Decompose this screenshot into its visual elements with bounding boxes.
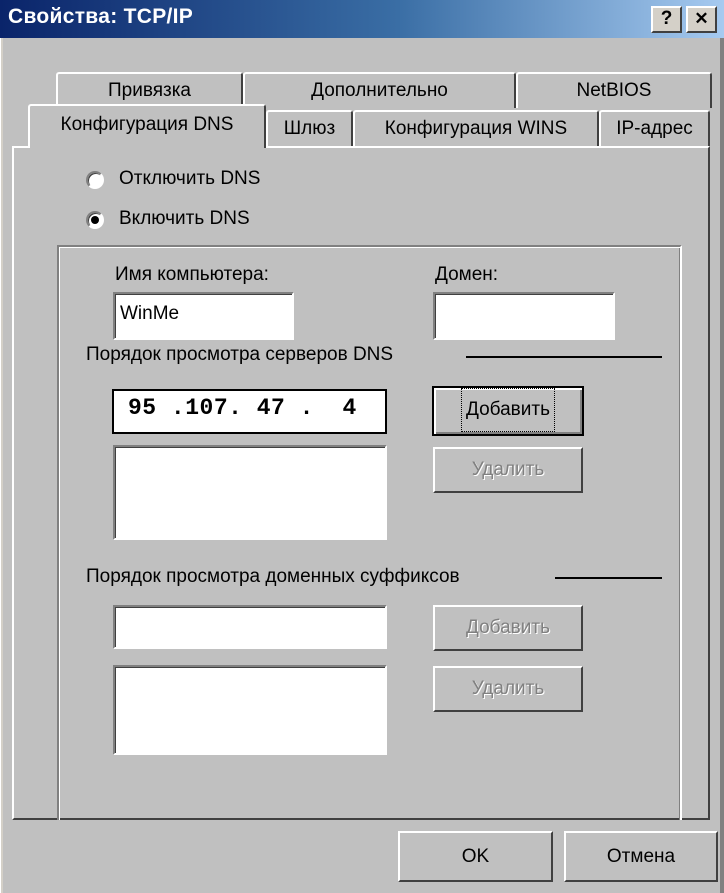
enable-dns-radio[interactable] — [86, 211, 104, 229]
window-frame-right — [720, 38, 724, 893]
disable-dns-radio[interactable] — [86, 171, 104, 189]
tab-label: Конфигурация WINS — [384, 118, 568, 139]
tab-label: Привязка — [107, 80, 191, 101]
add-suffix-button[interactable]: Добавить — [433, 605, 583, 651]
disable-dns-label[interactable]: Отключить DNS — [119, 168, 260, 190]
tab-label: Дополнительно — [311, 80, 448, 101]
tab-label: Шлюз — [283, 118, 336, 139]
tab-label: NetBIOS — [576, 80, 652, 101]
tab-label: IP-адрес — [616, 118, 693, 139]
tab-binding[interactable]: Привязка — [56, 72, 243, 108]
server-order-label: Порядок просмотра серверов DNS — [86, 344, 394, 365]
close-button[interactable]: ✕ — [686, 6, 717, 33]
domain-input[interactable] — [433, 292, 615, 340]
window-title: Свойства: TCP/IP — [8, 5, 194, 28]
host-input[interactable]: WinMe — [113, 292, 294, 340]
domain-label: Домен: — [435, 264, 499, 285]
help-button[interactable]: ? — [651, 6, 682, 33]
ok-button[interactable]: OK — [398, 831, 553, 882]
tab-netbios[interactable]: NetBIOS — [516, 72, 712, 108]
suffix-order-label: Порядок просмотра доменных суффиксов — [86, 566, 460, 587]
tab-label: Конфигурация DNS — [60, 114, 234, 135]
remove-server-button[interactable]: Удалить — [433, 447, 583, 493]
window-frame-left — [0, 38, 3, 893]
enable-dns-label[interactable]: Включить DNS — [119, 208, 250, 230]
add-server-button[interactable]: Добавить — [432, 386, 584, 436]
dns-server-ip-input[interactable]: 95 .107. 47 . 4 — [112, 389, 387, 434]
separator-line — [555, 577, 662, 580]
cancel-button[interactable]: Отмена — [564, 831, 718, 882]
tab-advanced[interactable]: Дополнительно — [243, 72, 516, 108]
dns-server-list[interactable] — [113, 445, 387, 540]
remove-suffix-button[interactable]: Удалить — [433, 666, 583, 712]
tab-gateway[interactable]: Шлюз — [266, 110, 353, 148]
tab-wins-configuration[interactable]: Конфигурация WINS — [353, 110, 599, 148]
separator-line — [466, 356, 662, 359]
add-server-label: Добавить — [461, 388, 555, 432]
suffix-list[interactable] — [113, 665, 387, 755]
tab-dns-configuration[interactable]: Конфигурация DNS — [28, 104, 266, 148]
tab-ip-address[interactable]: IP-адрес — [599, 110, 710, 148]
radio-selected-dot — [91, 216, 99, 224]
suffix-input[interactable] — [113, 605, 387, 649]
host-label: Имя компьютера: — [115, 264, 269, 285]
